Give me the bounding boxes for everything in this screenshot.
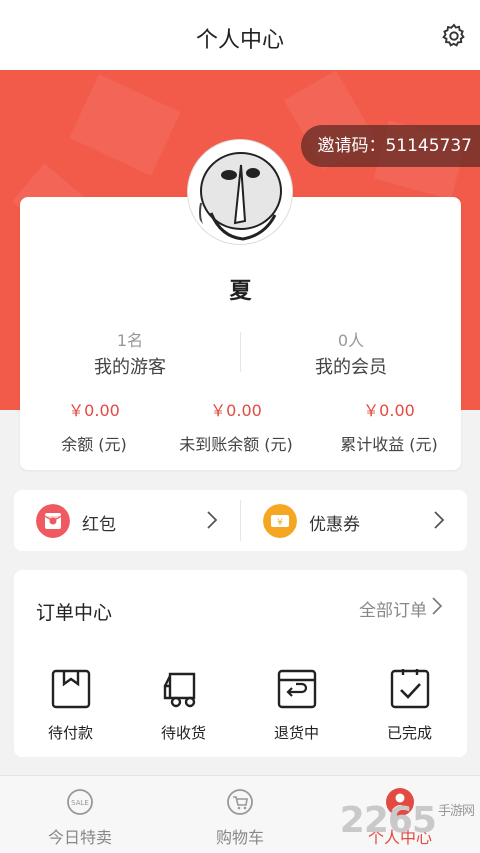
check-clipboard-icon bbox=[390, 669, 429, 709]
chevron-right-icon bbox=[434, 511, 445, 529]
balance-stat[interactable]: ￥0.00 余额 (元) bbox=[34, 397, 154, 455]
top-bar: 个人中心 bbox=[0, 0, 480, 70]
order-completed[interactable]: 已完成 bbox=[353, 668, 466, 743]
tab-cart[interactable]: 购物车 bbox=[160, 776, 320, 853]
balance-amount: ￥0.00 bbox=[68, 401, 120, 420]
pending-balance-stat[interactable]: ￥0.00 未到账余额 (元) bbox=[156, 397, 316, 455]
page-title: 个人中心 bbox=[195, 28, 284, 53]
order-center-card: 订单中心 全部订单 待付款 待收货 退货中 已完成 bbox=[14, 570, 467, 757]
completed-label: 已完成 bbox=[386, 724, 432, 742]
gear-icon[interactable] bbox=[440, 22, 468, 50]
total-earnings-stat[interactable]: ￥0.00 累计收益 (元) bbox=[324, 397, 454, 455]
coupon-entry[interactable]: ¥ 优惠券 bbox=[241, 490, 467, 551]
tab-today-sale[interactable]: SALE 今日特卖 bbox=[0, 776, 160, 853]
order-pending-payment[interactable]: 待付款 bbox=[14, 668, 127, 743]
pending-balance-label: 未到账余额 (元) bbox=[179, 435, 293, 454]
site-watermark: 2265 手游网 bbox=[339, 800, 475, 841]
svg-text:¥: ¥ bbox=[277, 518, 283, 528]
watermark-text: 2265 bbox=[339, 800, 437, 841]
my-visitors-stat[interactable]: 1名 我的游客 bbox=[20, 327, 240, 379]
balance-label: 余额 (元) bbox=[61, 435, 127, 454]
red-envelope-entry[interactable]: 红包 bbox=[14, 490, 240, 551]
svg-text:SALE: SALE bbox=[71, 799, 89, 807]
visitors-label: 我的游客 bbox=[94, 357, 166, 378]
total-earnings-label: 累计收益 (元) bbox=[340, 435, 438, 454]
returning-label: 退货中 bbox=[273, 724, 319, 742]
all-orders-link[interactable]: 全部订单 bbox=[359, 596, 427, 621]
red-envelope-label: 红包 bbox=[82, 515, 116, 535]
username: 夏 bbox=[229, 279, 252, 304]
red-envelope-icon bbox=[36, 504, 70, 538]
total-earnings-amount: ￥0.00 bbox=[363, 401, 415, 420]
truck-icon bbox=[163, 672, 195, 708]
coupon-label: 优惠券 bbox=[309, 515, 360, 535]
cart-icon bbox=[227, 789, 253, 815]
sale-badge-icon: SALE bbox=[67, 789, 93, 815]
wallet-shortcuts: 红包 ¥ 优惠券 bbox=[14, 490, 467, 551]
chevron-right-icon[interactable] bbox=[431, 596, 443, 616]
my-members-stat[interactable]: 0人 我的会员 bbox=[241, 327, 461, 379]
order-returning[interactable]: 退货中 bbox=[240, 668, 353, 743]
return-box-icon bbox=[277, 669, 316, 709]
order-center-title: 订单中心 bbox=[36, 602, 113, 624]
members-count: 0人 bbox=[337, 331, 365, 350]
avatar[interactable] bbox=[188, 140, 292, 244]
visitors-count: 1名 bbox=[116, 331, 144, 350]
pending-balance-amount: ￥0.00 bbox=[210, 401, 262, 420]
members-label: 我的会员 bbox=[315, 357, 387, 378]
chevron-right-icon bbox=[207, 511, 218, 529]
tab-cart-label: 购物车 bbox=[215, 828, 264, 847]
coupon-icon: ¥ bbox=[263, 504, 297, 538]
tab-today-sale-label: 今日特卖 bbox=[47, 828, 112, 847]
invite-code-badge[interactable]: 邀请码：51145737 bbox=[301, 125, 480, 167]
wallet-icon bbox=[51, 669, 90, 709]
order-pending-receipt[interactable]: 待收货 bbox=[127, 668, 240, 743]
pending-payment-label: 待付款 bbox=[47, 724, 93, 742]
watermark-sub: 手游网 bbox=[437, 804, 475, 819]
pending-receipt-label: 待收货 bbox=[160, 724, 206, 742]
